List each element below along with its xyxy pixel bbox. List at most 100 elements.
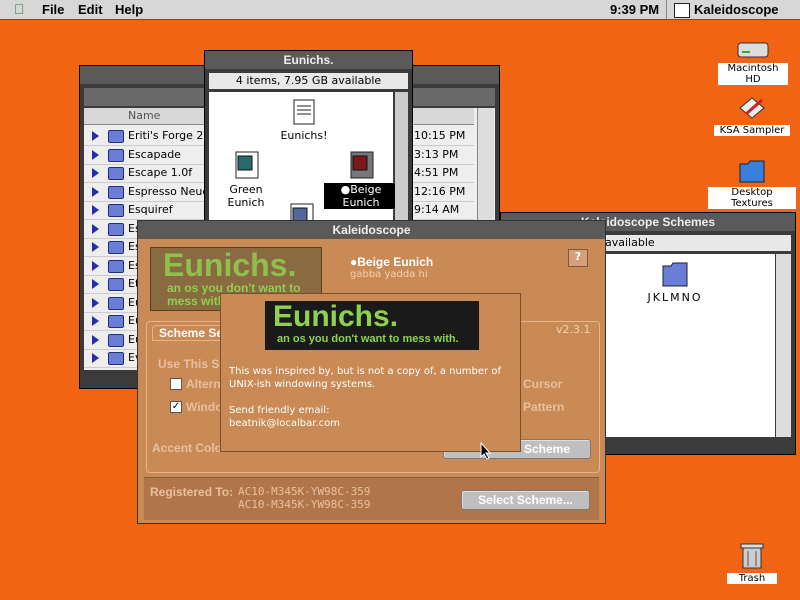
menubar-clock[interactable]: 9:39 PM (610, 2, 659, 17)
app-menu-icon[interactable] (674, 3, 690, 18)
about-email[interactable]: beatnik@localbar.com (229, 418, 340, 429)
scheme-description: gabba yadda hi (350, 269, 428, 280)
folder-icon (108, 296, 124, 310)
about-email-label: Send friendly email: (229, 405, 330, 416)
folder-icon (108, 333, 124, 347)
file-label: Eunichs! (280, 129, 328, 142)
list-row-date: 3:13 PM (414, 147, 459, 161)
help-icon[interactable]: ? (568, 249, 588, 267)
folder-icon (108, 185, 124, 199)
folder-icon (108, 148, 124, 162)
trash-icon (740, 543, 764, 569)
folder-icon (108, 130, 124, 143)
cursor-arrow-icon (480, 442, 492, 460)
scheme-folder-label: JKLMNO (647, 291, 703, 304)
desktop-icon-trash[interactable]: Trash (727, 540, 777, 584)
menu-file[interactable]: File (42, 2, 64, 17)
disclosure-triangle-icon[interactable] (92, 168, 99, 178)
file-beige-eunich[interactable]: ●Beige Eunich (324, 150, 398, 209)
scheme-folder-jklmno[interactable]: JKLMNO (640, 258, 710, 304)
kaleidoscope-app-icon (739, 97, 765, 119)
list-row-date: 12:16 PM (414, 184, 466, 198)
preview-logo-title: Eunichs. (163, 247, 297, 283)
scheme-file-icon (350, 151, 374, 179)
eunichs-status-text: 4 items, 7.95 GB available (235, 74, 382, 87)
list-row-name: Escapade (128, 147, 181, 161)
file-eunichs[interactable]: Eunichs! (279, 98, 329, 142)
eunichs-scrollbar[interactable] (395, 92, 408, 228)
menu-bar:  File Edit Help 9:39 PM Kaleidoscope (0, 0, 800, 20)
list-row-date: 4:51 PM (414, 166, 459, 179)
eunichs-status-bar: 4 items, 7.95 GB available (209, 73, 408, 89)
kaleidoscope-titlebar[interactable]: Kaleidoscope (138, 221, 605, 239)
desktop-icon-label: Desktop Textures (708, 187, 796, 209)
registration-code-2: AC10-M345K-YW98C-359 (238, 498, 371, 511)
about-logo-subtitle: an os you don't want to mess with. (277, 333, 459, 345)
disclosure-triangle-icon[interactable] (92, 223, 99, 234)
eunichs-window-title: Eunichs. (283, 53, 334, 67)
folder-icon (108, 278, 124, 291)
apple-icon[interactable]:  (14, 1, 25, 17)
scheme-file-icon (235, 151, 259, 179)
desktop-icon-label: KSA Sampler (714, 125, 790, 136)
disclosure-triangle-icon[interactable] (92, 279, 99, 289)
list-row-date: 9:14 AM (414, 203, 460, 216)
disclosure-triangle-icon[interactable] (92, 297, 99, 308)
desktop-icon-ksa-sampler[interactable]: KSA Sampler (714, 94, 790, 136)
menu-edit[interactable]: Edit (78, 2, 103, 17)
folder-icon (108, 315, 124, 328)
list-row-name: Escape 1.0f (128, 166, 193, 179)
folder-icon (739, 160, 765, 183)
desktop-icon-macintosh-hd[interactable]: Macintosh HD (718, 40, 788, 85)
folder-icon (108, 167, 124, 180)
folder-icon (108, 259, 124, 273)
select-scheme-button[interactable]: Select Scheme... (461, 490, 590, 510)
app-menu-title[interactable]: Kaleidoscope (694, 2, 779, 17)
about-text-line-1: This was inspired by, but is not a copy … (229, 366, 501, 377)
menubar-divider (666, 0, 667, 19)
folder-icon (108, 204, 124, 217)
list-row-name: Eriti's Forge 2 (128, 129, 204, 142)
file-label-selected: ●Beige Eunich (324, 183, 398, 209)
cursor-label: Cursor (523, 377, 563, 391)
eunichs-content: Eunichs! Green Eunich ●Beige Eunich (209, 92, 398, 228)
about-text-line-2: UNIX-ish windowing systems. (229, 379, 376, 390)
schemes-status-text: available (605, 236, 655, 249)
accent-color-label: Accent Color (152, 441, 227, 455)
desktop-icon-label: Macintosh HD (718, 63, 788, 85)
folder-icon (108, 241, 124, 254)
disclosure-triangle-icon[interactable] (92, 353, 99, 363)
alternate-checkbox[interactable] (170, 378, 182, 390)
hard-drive-icon (737, 42, 769, 58)
folder-icon (662, 262, 688, 287)
disclosure-triangle-icon[interactable] (92, 186, 99, 197)
disclosure-triangle-icon[interactable] (92, 242, 99, 252)
list-row-date: 10:15 PM (414, 129, 466, 142)
menu-help[interactable]: Help (115, 2, 143, 17)
list-row-name: Esquiref (128, 203, 173, 216)
disclosure-triangle-icon[interactable] (92, 334, 99, 345)
disclosure-triangle-icon[interactable] (92, 260, 99, 271)
file-green-eunich[interactable]: Green Eunich (211, 150, 281, 209)
disclosure-triangle-icon[interactable] (92, 131, 99, 141)
about-logo: Eunichs. an os you don't want to mess wi… (265, 301, 479, 350)
registered-to-label: Registered To: (150, 485, 234, 499)
column-name-label: Name (128, 109, 161, 122)
about-logo-title: Eunichs. (273, 300, 399, 333)
windows-checkbox[interactable]: ✓ (170, 401, 182, 413)
disclosure-triangle-icon[interactable] (92, 316, 99, 326)
kaleidoscope-title: Kaleidoscope (332, 223, 411, 237)
eunichs-window-titlebar[interactable]: Eunichs. (205, 51, 412, 69)
registration-code-1: AC10-M345K-YW98C-359 (238, 485, 371, 498)
pattern-label: Pattern (523, 400, 565, 414)
disclosure-triangle-icon[interactable] (92, 149, 99, 160)
folder-icon (108, 352, 124, 365)
desktop-icon-desktop-textures[interactable]: Desktop Textures (708, 156, 796, 209)
about-popup[interactable]: Eunichs. an os you don't want to mess wi… (220, 293, 521, 452)
scheme-name: ●Beige Eunich (350, 255, 434, 269)
disclosure-triangle-icon[interactable] (92, 205, 99, 215)
document-icon (293, 99, 315, 125)
folder-icon (108, 222, 124, 236)
eunichs-window[interactable]: Eunichs. 4 items, 7.95 GB available Euni… (204, 50, 413, 230)
schemes-scrollbar[interactable] (776, 254, 791, 437)
